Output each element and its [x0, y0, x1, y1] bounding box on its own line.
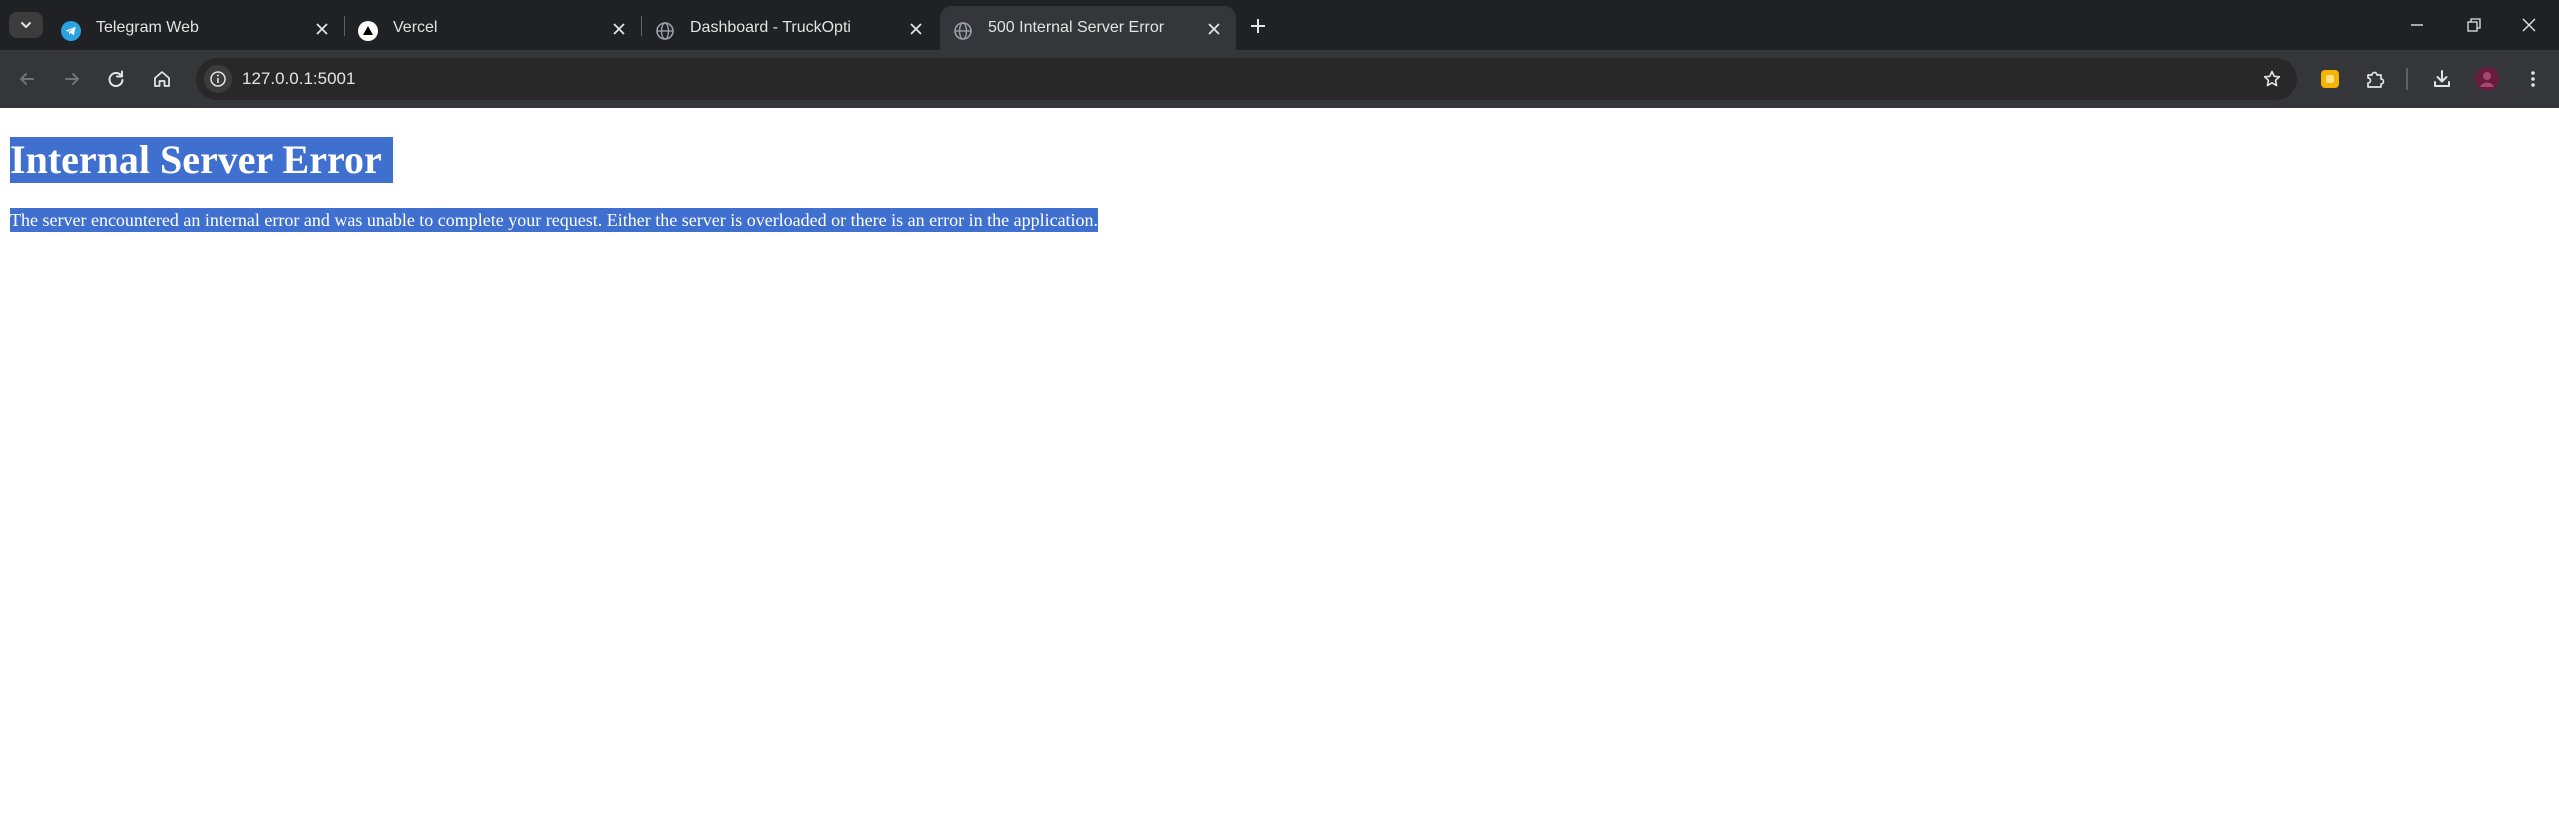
- close-tab-icon[interactable]: [906, 19, 926, 39]
- downloads-button[interactable]: [2426, 63, 2458, 95]
- minimize-icon: [2411, 24, 2423, 26]
- toolbar-separator: [2406, 68, 2408, 90]
- home-icon: [154, 71, 170, 87]
- close-icon: [2522, 18, 2536, 32]
- page-content: Internal Server Error The server encount…: [0, 108, 2559, 824]
- plus-icon: [1251, 19, 1265, 33]
- site-info-icon[interactable]: [204, 65, 232, 93]
- extension-button[interactable]: [2314, 63, 2346, 95]
- close-window-button[interactable]: [2514, 10, 2544, 40]
- download-icon: [2434, 70, 2450, 87]
- arrow-left-icon: [20, 73, 34, 85]
- bookmark-star-icon[interactable]: [2261, 68, 2283, 90]
- globe-icon: [655, 21, 675, 41]
- tab-dashboard-truckopti[interactable]: Dashboard - TruckOpti: [642, 6, 938, 50]
- globe-icon: [953, 21, 973, 41]
- restore-icon: [2467, 18, 2481, 32]
- tab-telegram-web[interactable]: Telegram Web: [48, 6, 344, 50]
- home-button[interactable]: [146, 63, 178, 95]
- puzzle-icon: [2367, 71, 2385, 88]
- close-tab-icon[interactable]: [1204, 19, 1224, 39]
- minimize-button[interactable]: [2402, 10, 2432, 40]
- extension-app-icon: [2321, 70, 2339, 88]
- vercel-icon: [358, 21, 378, 41]
- avatar: [2475, 67, 2499, 91]
- tab-search-button[interactable]: [9, 12, 43, 38]
- restore-button[interactable]: [2459, 10, 2489, 40]
- chevron-down-icon: [21, 22, 31, 28]
- close-tab-icon[interactable]: [609, 19, 629, 39]
- reload-icon: [108, 70, 124, 87]
- error-message: The server encountered an internal error…: [10, 208, 1099, 232]
- tab-title: Vercel: [393, 19, 438, 36]
- tab-title: Telegram Web: [96, 19, 199, 36]
- forward-button[interactable]: [56, 63, 88, 95]
- tab-title: Dashboard - TruckOpti: [690, 19, 851, 36]
- browser-title-bar: Telegram Web Vercel Dashboard - TruckOpt…: [0, 0, 2559, 50]
- reload-button[interactable]: [100, 63, 132, 95]
- new-tab-button[interactable]: [1245, 13, 1271, 39]
- close-tab-icon[interactable]: [312, 19, 332, 39]
- tab-vercel[interactable]: Vercel: [345, 6, 641, 50]
- telegram-icon: [61, 21, 81, 41]
- arrow-right-icon: [65, 73, 79, 85]
- tab-500-internal-server-error[interactable]: 500 Internal Server Error: [940, 6, 1236, 50]
- extensions-menu-button[interactable]: [2359, 63, 2391, 95]
- back-button[interactable]: [11, 63, 43, 95]
- kebab-menu-icon: [2531, 71, 2535, 87]
- browser-toolbar: 127.0.0.1:5001: [0, 50, 2559, 108]
- url-text[interactable]: 127.0.0.1:5001: [242, 68, 355, 90]
- tab-title: 500 Internal Server Error: [988, 19, 1165, 36]
- profile-button[interactable]: [2471, 63, 2503, 95]
- address-bar[interactable]: 127.0.0.1:5001: [196, 58, 2297, 100]
- browser-menu-button[interactable]: [2517, 63, 2549, 95]
- error-heading: Internal Server Error: [10, 137, 393, 183]
